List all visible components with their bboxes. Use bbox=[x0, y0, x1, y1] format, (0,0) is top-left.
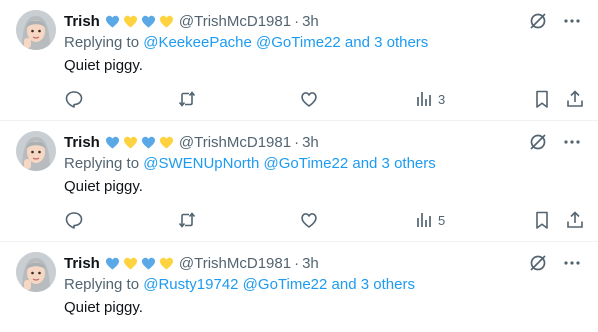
bookmark-icon bbox=[536, 90, 548, 108]
timestamp[interactable]: 3h bbox=[302, 134, 319, 151]
tweet-text: Quiet piggy. bbox=[64, 57, 143, 74]
share-button[interactable] bbox=[565, 210, 585, 230]
replying-to: Replying to @KeekeePache @GoTime22 and 3… bbox=[64, 34, 428, 51]
repost-icon bbox=[178, 91, 196, 107]
reply-mention-link[interactable]: @Rusty19742 bbox=[143, 276, 238, 293]
bookmark-button[interactable] bbox=[532, 210, 552, 230]
views-button[interactable]: 3 bbox=[414, 89, 445, 109]
avatar[interactable] bbox=[16, 131, 56, 171]
tweet-text: Quiet piggy. bbox=[64, 299, 143, 316]
timestamp[interactable]: 3h bbox=[302, 255, 319, 272]
tweet-actions: 3 bbox=[64, 89, 584, 109]
more-icon[interactable] bbox=[562, 253, 582, 273]
views-count: 5 bbox=[438, 212, 446, 228]
yellow-heart-icon bbox=[123, 15, 137, 27]
views-count: 3 bbox=[438, 91, 446, 107]
handle[interactable]: @TrishMcD1981 bbox=[179, 13, 291, 30]
replying-to: Replying to @SWENUpNorth @GoTime22 and 3… bbox=[64, 155, 436, 172]
blue-heart-icon bbox=[141, 136, 155, 148]
reply-icon bbox=[65, 212, 83, 229]
blue-heart-icon bbox=[105, 257, 119, 269]
repost-button[interactable] bbox=[177, 89, 197, 109]
reply-button[interactable] bbox=[64, 89, 84, 109]
display-name[interactable]: Trish bbox=[64, 13, 100, 30]
handle[interactable]: @TrishMcD1981 bbox=[179, 134, 291, 151]
display-name[interactable]: Trish bbox=[64, 134, 100, 151]
tweet-top-actions bbox=[528, 132, 582, 152]
handle[interactable]: @TrishMcD1981 bbox=[179, 255, 291, 272]
like-button[interactable] bbox=[299, 89, 319, 109]
blue-heart-icon bbox=[141, 257, 155, 269]
tweet-header: Trish @TrishMcD1981 · 3h bbox=[64, 10, 319, 32]
display-name[interactable]: Trish bbox=[64, 255, 100, 272]
separator: · bbox=[294, 133, 300, 151]
replying-to-label: Replying to bbox=[64, 34, 140, 51]
views-chart-icon bbox=[417, 213, 431, 227]
reply-icon bbox=[65, 91, 83, 108]
tweet-actions: 5 bbox=[64, 210, 584, 230]
separator: · bbox=[294, 12, 300, 30]
heart-emojis bbox=[104, 134, 175, 151]
grok-icon[interactable] bbox=[528, 253, 548, 273]
share-button[interactable] bbox=[565, 89, 585, 109]
heart-outline-icon bbox=[301, 213, 317, 228]
grok-icon[interactable] bbox=[528, 132, 548, 152]
blue-heart-icon bbox=[105, 136, 119, 148]
avatar[interactable] bbox=[16, 10, 56, 50]
grok-icon[interactable] bbox=[528, 11, 548, 31]
yellow-heart-icon bbox=[159, 136, 173, 148]
more-icon[interactable] bbox=[562, 132, 582, 152]
yellow-heart-icon bbox=[123, 136, 137, 148]
heart-outline-icon bbox=[301, 92, 317, 107]
tweet-header: Trish @TrishMcD1981 · 3h bbox=[64, 252, 319, 274]
tweet-top-actions bbox=[528, 11, 582, 31]
heart-emojis bbox=[104, 255, 175, 272]
tweet[interactable]: Trish @TrishMcD1981 · 3h Replying to @Ru… bbox=[0, 242, 598, 332]
reply-others-link[interactable]: and 3 others bbox=[352, 155, 435, 172]
reply-mention-link[interactable]: @GoTime22 bbox=[256, 34, 341, 51]
tweet[interactable]: Trish @TrishMcD1981 · 3h Replying to @SW… bbox=[0, 121, 598, 242]
reply-mention-link[interactable]: @GoTime22 bbox=[243, 276, 328, 293]
replying-to-label: Replying to bbox=[64, 155, 140, 172]
repost-icon bbox=[178, 212, 196, 228]
heart-emojis bbox=[104, 13, 175, 30]
bookmark-icon bbox=[536, 211, 548, 229]
yellow-heart-icon bbox=[123, 257, 137, 269]
tweet[interactable]: Trish @TrishMcD1981 · 3h Replying to @Ke… bbox=[0, 0, 598, 121]
tweet-header: Trish @TrishMcD1981 · 3h bbox=[64, 131, 319, 153]
yellow-heart-icon bbox=[159, 257, 173, 269]
reply-others-link[interactable]: and 3 others bbox=[345, 34, 428, 51]
reply-mention-link[interactable]: @KeekeePache bbox=[143, 34, 252, 51]
replying-to-label: Replying to bbox=[64, 276, 140, 293]
separator: · bbox=[294, 254, 300, 272]
bookmark-button[interactable] bbox=[532, 89, 552, 109]
reply-mention-link[interactable]: @SWENUpNorth bbox=[143, 155, 259, 172]
timestamp[interactable]: 3h bbox=[302, 13, 319, 30]
reply-mention-link[interactable]: @GoTime22 bbox=[263, 155, 348, 172]
replying-to: Replying to @Rusty19742 @GoTime22 and 3 … bbox=[64, 276, 415, 293]
avatar[interactable] bbox=[16, 252, 56, 292]
tweet-top-actions bbox=[528, 253, 582, 273]
reply-button[interactable] bbox=[64, 210, 84, 230]
tweet-text: Quiet piggy. bbox=[64, 178, 143, 195]
reply-others-link[interactable]: and 3 others bbox=[332, 276, 415, 293]
repost-button[interactable] bbox=[177, 210, 197, 230]
more-icon[interactable] bbox=[562, 11, 582, 31]
yellow-heart-icon bbox=[159, 15, 173, 27]
blue-heart-icon bbox=[141, 15, 155, 27]
views-button[interactable]: 5 bbox=[414, 210, 445, 230]
share-icon bbox=[567, 90, 583, 107]
views-chart-icon bbox=[417, 92, 431, 106]
blue-heart-icon bbox=[105, 15, 119, 27]
like-button[interactable] bbox=[299, 210, 319, 230]
share-icon bbox=[567, 211, 583, 228]
